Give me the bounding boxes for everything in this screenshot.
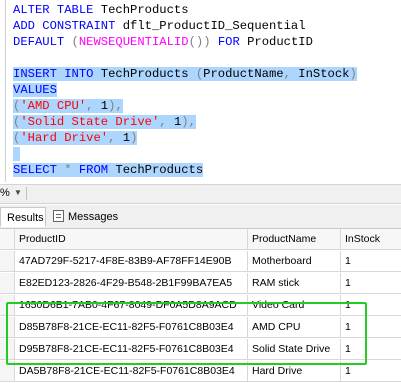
code-token: ProductName [203,67,284,81]
table-row[interactable]: 47AD729F-5217-4F8E-83B9-AF78FF14E90B Moth… [0,251,401,273]
code-line[interactable] [13,146,21,162]
row-header-cell[interactable] [0,273,15,294]
column-header-productname[interactable]: ProductName [248,229,341,250]
code-line[interactable]: ('Hard Drive', 1) [13,130,138,146]
tab-messages[interactable]: Messages [48,207,126,227]
code-token: 1 [122,131,131,145]
code-token: VALUES [13,83,57,97]
zoom-separator [26,187,27,200]
code-line[interactable]: ('AMD CPU', 1), [13,98,123,114]
table-row[interactable]: D95B78F8-21CE-EC11-82F5-F0761C8B03E4 Soli… [0,339,401,361]
instock-cell[interactable]: 1 [341,339,401,360]
code-token: * [64,163,79,177]
code-token: FROM [78,163,116,177]
row-header-cell[interactable] [0,361,15,382]
code-line[interactable]: ('Solid State Drive', 1), [13,114,196,130]
productname-cell[interactable]: Motherboard [248,251,341,272]
instock-cell[interactable]: 1 [341,273,401,294]
code-token: DEFAULT [13,35,72,49]
productname-cell[interactable]: RAM stick [248,273,341,294]
code-line[interactable]: VALUES [13,82,57,98]
zoom-bar: % ▼ [0,184,401,204]
corner-cell[interactable] [0,229,15,250]
code-token: ), [181,115,196,129]
code-line[interactable]: ADD CONSTRAINT dflt_ProductID_Sequential [13,18,306,34]
code-token: ProductID [247,35,313,49]
code-line[interactable]: DEFAULT (NEWSEQUENTIALID()) FOR ProductI… [13,34,313,50]
table-row[interactable]: 1650D6B1-7AB0-4F67-8049-DF0A5D8A9ACD Vide… [0,295,401,317]
column-header-productid[interactable]: ProductID [15,229,248,250]
table-row[interactable]: DA5B78F8-21CE-EC11-82F5-F0761C8B03E4 Hard… [0,361,401,383]
code-token: ( [71,35,79,49]
productname-cell[interactable]: Solid State Drive [248,339,341,360]
code-token: TechProducts [100,3,189,17]
code-token: ) [130,131,138,145]
row-header-cell[interactable] [0,295,15,316]
code-token: ALTER TABLE [13,3,101,17]
row-header-cell[interactable] [0,251,15,272]
results-tab-strip: Results Messages [0,205,401,229]
code-token: ()) [188,35,218,49]
productid-cell[interactable]: D85B78F8-21CE-EC11-82F5-F0761C8B03E4 [15,317,248,338]
code-token: ), [108,99,123,113]
code-token: dflt_ProductID_Sequential [122,19,306,33]
code-line[interactable]: SELECT * FROM TechProducts [13,162,204,178]
row-header-cell[interactable] [0,317,15,338]
tab-messages-label: Messages [68,211,119,223]
code-token: , [283,67,299,81]
code-token: 'AMD CPU' [20,99,87,113]
code-token: , [108,131,123,145]
row-header-cell[interactable] [0,339,15,360]
instock-cell[interactable]: 1 [341,361,401,382]
table-row[interactable]: E82ED123-2826-4F29-B548-2B1F99BA7EA5 RAM … [0,273,401,295]
productname-cell[interactable]: Hard Drive [248,361,341,382]
zoom-label: % [0,187,10,199]
code-token: TechProducts [100,67,196,81]
productid-cell[interactable]: 47AD729F-5217-4F8E-83B9-AF78FF14E90B [15,251,248,272]
table-row[interactable]: D85B78F8-21CE-EC11-82F5-F0761C8B03E4 AMD … [0,317,401,339]
messages-icon [53,210,64,222]
code-token: 'Solid State Drive' [20,115,160,129]
code-token: FOR [217,35,248,49]
code-token: NEWSEQUENTIALID [78,35,189,49]
code-token: InStock [298,67,350,81]
code-token: 'Hard Drive' [20,131,109,145]
productname-cell[interactable]: AMD CPU [248,317,341,338]
code-token: , [86,99,101,113]
tab-results-label: Results [7,212,44,224]
productid-cell[interactable]: DA5B78F8-21CE-EC11-82F5-F0761C8B03E4 [15,361,248,382]
grid-header-row: ProductID ProductName InStock [0,229,401,251]
instock-cell[interactable]: 1 [341,295,401,316]
code-token: TechProducts [115,163,204,177]
instock-cell[interactable]: 1 [341,251,401,272]
sql-editor[interactable]: ALTER TABLE TechProducts ADD CONSTRAINT d… [0,0,401,183]
code-token: , [159,115,174,129]
code-token: SELECT [13,163,65,177]
code-token: ) [349,67,357,81]
code-line[interactable]: ALTER TABLE TechProducts [13,2,189,18]
editor-gutter-line [5,0,6,182]
code-token: INSERT INTO [13,67,101,81]
productname-cell[interactable]: Video Card [248,295,341,316]
code-line[interactable]: INSERT INTO TechProducts (ProductName, I… [13,66,357,82]
zoom-dropdown-icon[interactable]: ▼ [14,188,22,197]
productid-cell[interactable]: E82ED123-2826-4F29-B548-2B1F99BA7EA5 [15,273,248,294]
productid-cell[interactable]: 1650D6B1-7AB0-4F67-8049-DF0A5D8A9ACD [15,295,248,316]
column-header-instock[interactable]: InStock [341,229,401,250]
tab-results[interactable]: Results [0,207,46,227]
productid-cell[interactable]: D95B78F8-21CE-EC11-82F5-F0761C8B03E4 [15,339,248,360]
instock-cell[interactable]: 1 [341,317,401,338]
code-token: ADD CONSTRAINT [13,19,123,33]
results-grid: ProductID ProductName InStock 47AD729F-5… [0,229,401,382]
